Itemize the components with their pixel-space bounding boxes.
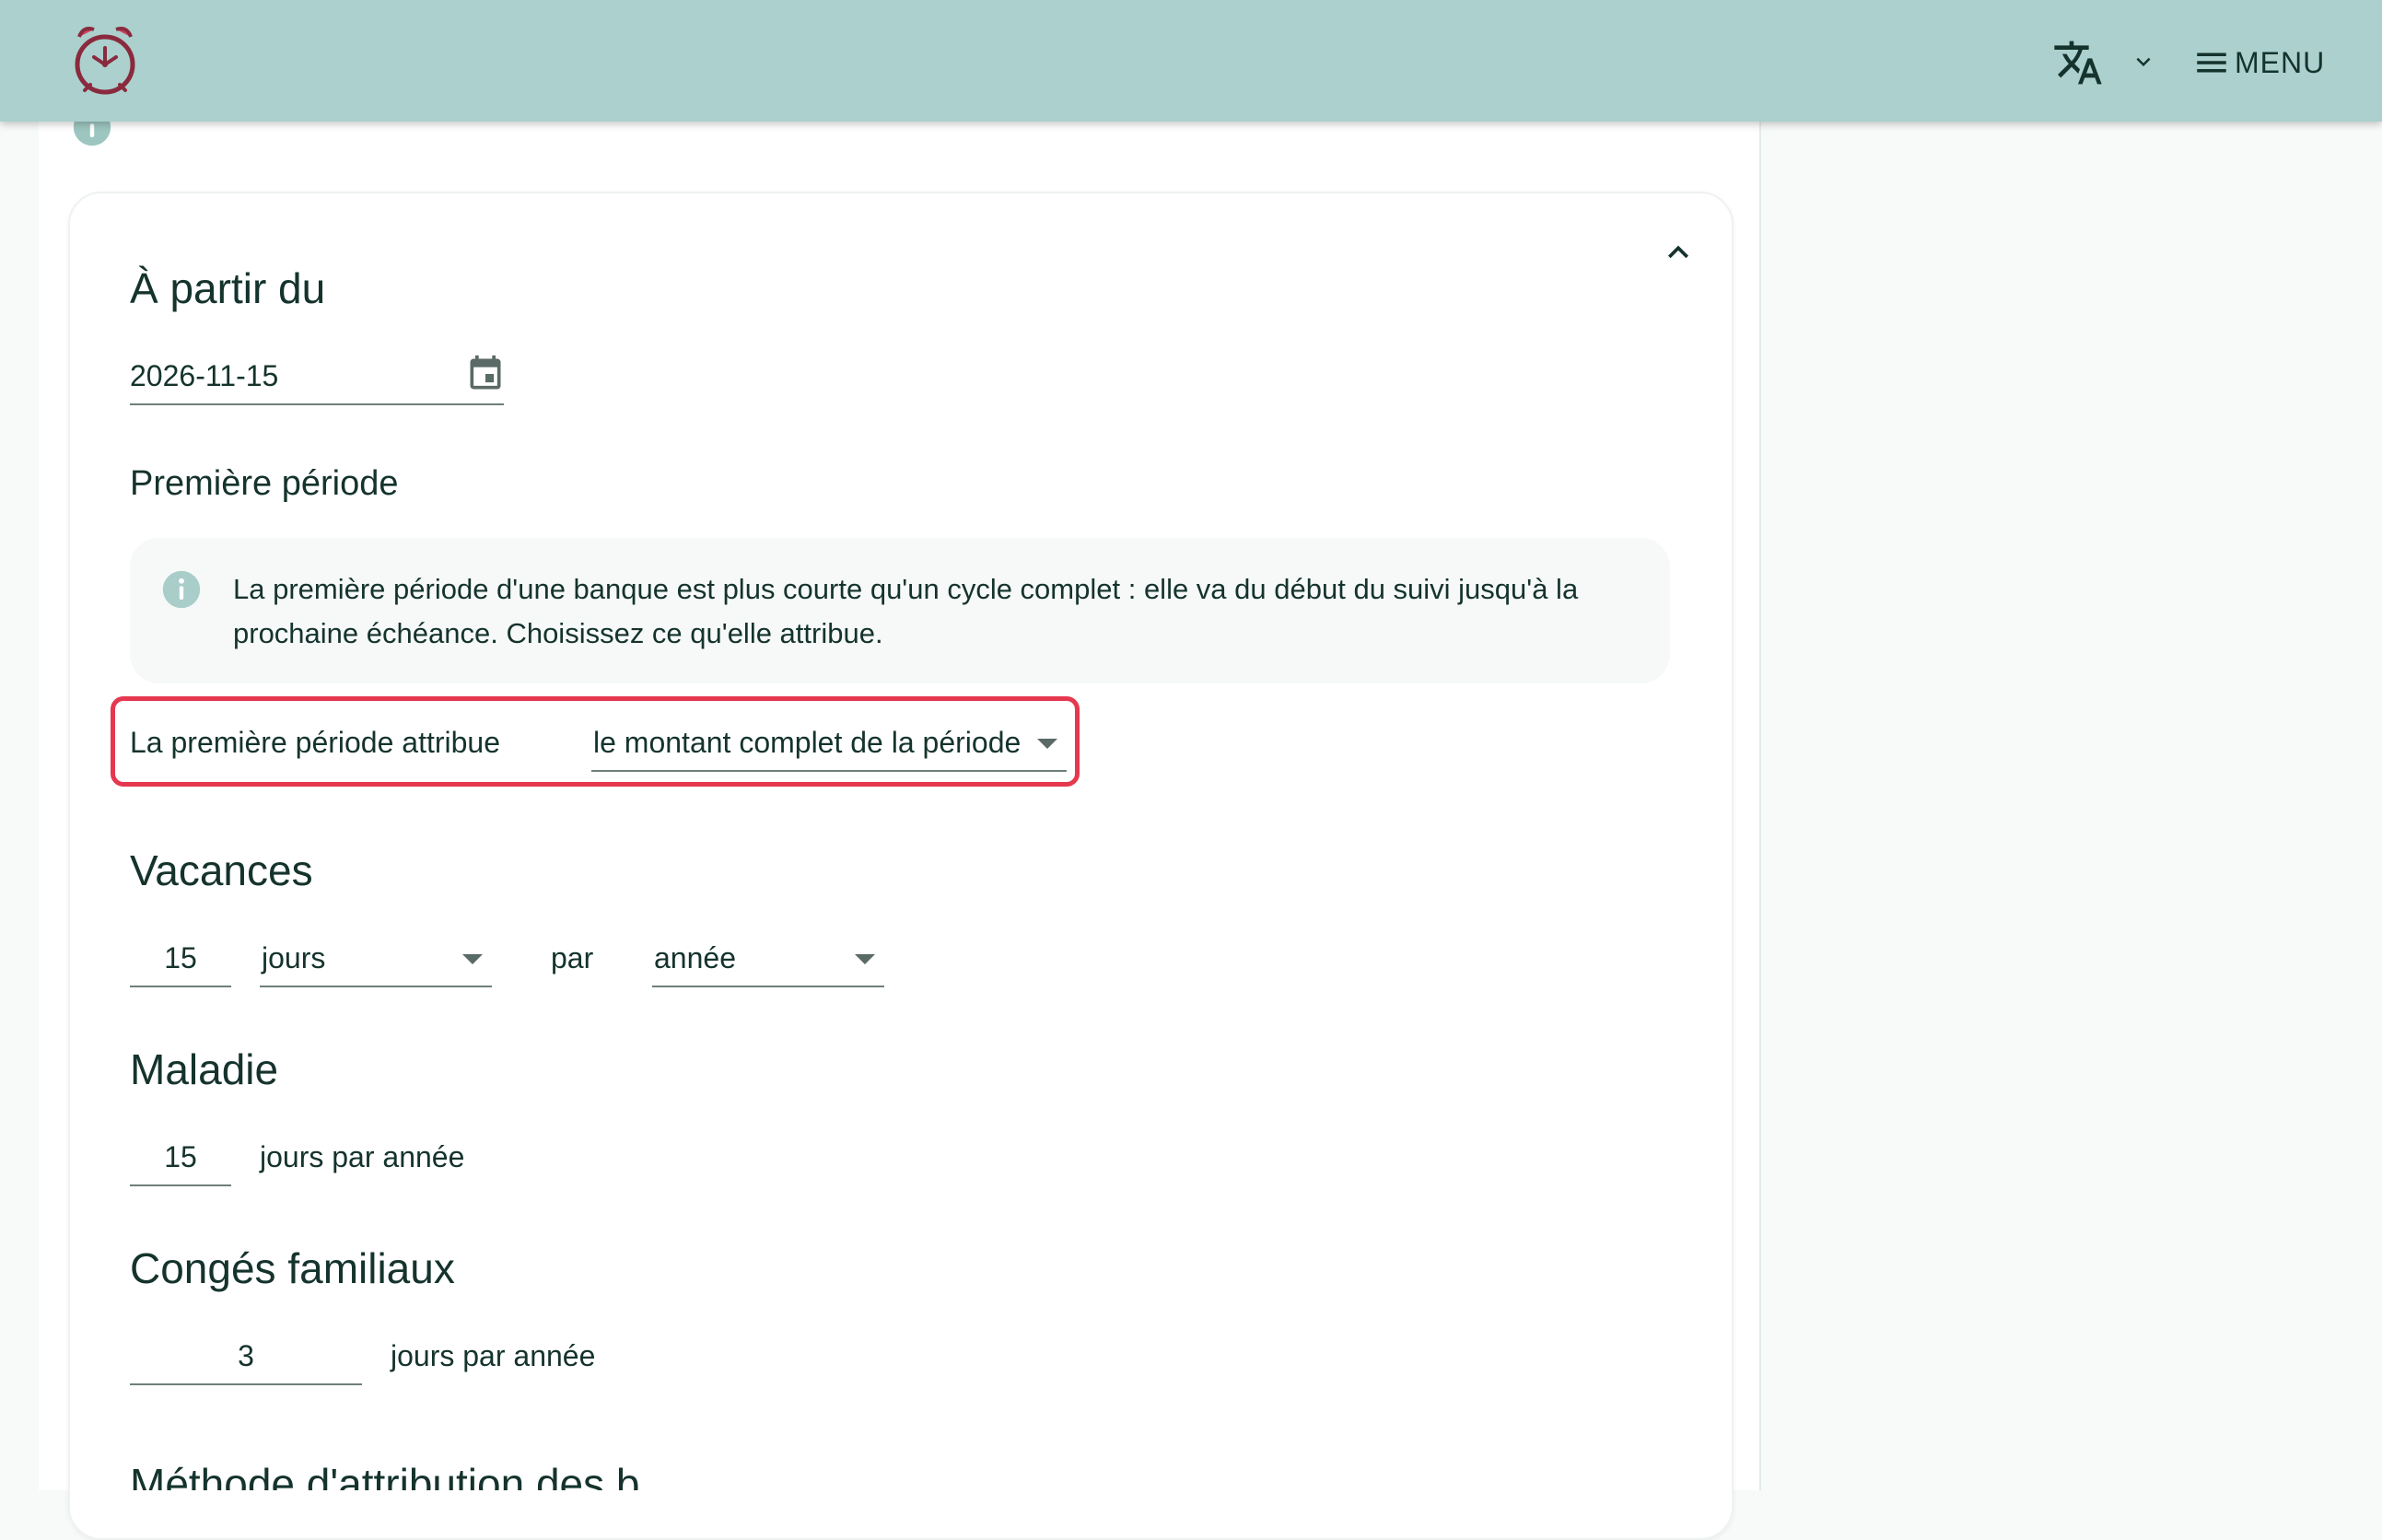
vacation-period-value: année (654, 941, 736, 974)
first-period-heading: Première période (130, 464, 399, 503)
menu-label: MENU (2235, 45, 2326, 79)
menu-icon (2197, 52, 2226, 73)
vacation-unit-select[interactable]: jours (260, 930, 492, 987)
chevron-down-icon[interactable] (2130, 48, 2157, 76)
sickness-amount-input[interactable]: 15 (130, 1129, 231, 1186)
family-leave-heading: Congés familiaux (130, 1244, 455, 1292)
sickness-amount-value: 15 (164, 1140, 197, 1173)
calendar-icon[interactable] (465, 354, 506, 394)
first-period-info-box: La première période d'une banque est plu… (130, 538, 1670, 683)
info-icon (162, 570, 201, 609)
dropdown-arrow-icon (1037, 739, 1057, 749)
first-period-attr-label: La première période attribue (130, 726, 501, 759)
dropdown-arrow-icon (855, 954, 875, 964)
sickness-heading: Maladie (130, 1045, 279, 1093)
sickness-suffix: jours par année (260, 1140, 465, 1173)
app-bar: MENU (0, 0, 2382, 122)
family-amount-input[interactable]: 3 (130, 1328, 362, 1385)
first-period-info-text: La première période d'une banque est plu… (233, 573, 1579, 649)
start-date-input[interactable]: 2026-11-15 (130, 348, 504, 405)
translate-icon[interactable] (2052, 37, 2104, 88)
first-period-attr-select[interactable]: le montant complet de la période (591, 715, 1067, 772)
first-period-attr-value: le montant complet de la période (593, 726, 1022, 759)
allocation-method-heading: Méthode d'attribution des b (130, 1460, 640, 1490)
right-panel (1761, 0, 2382, 1490)
start-date-value: 2026-11-15 (130, 359, 279, 392)
vacation-amount-input[interactable]: 15 (130, 930, 231, 987)
chevron-up-icon[interactable] (1658, 232, 1699, 273)
left-gutter (0, 0, 41, 1490)
dropdown-arrow-icon (462, 954, 483, 964)
vacation-unit-value: jours (262, 941, 326, 974)
family-amount-value: 3 (238, 1339, 254, 1372)
alarm-clock-icon[interactable] (70, 20, 140, 101)
menu-button[interactable]: MENU (2192, 37, 2325, 88)
vacation-amount-value: 15 (164, 941, 197, 974)
family-suffix: jours par année (391, 1339, 596, 1372)
vacation-period-select[interactable]: année (652, 930, 884, 987)
start-date-heading: À partir du (130, 264, 326, 312)
vacation-per-label: par (551, 941, 594, 974)
vacation-heading: Vacances (130, 846, 313, 894)
